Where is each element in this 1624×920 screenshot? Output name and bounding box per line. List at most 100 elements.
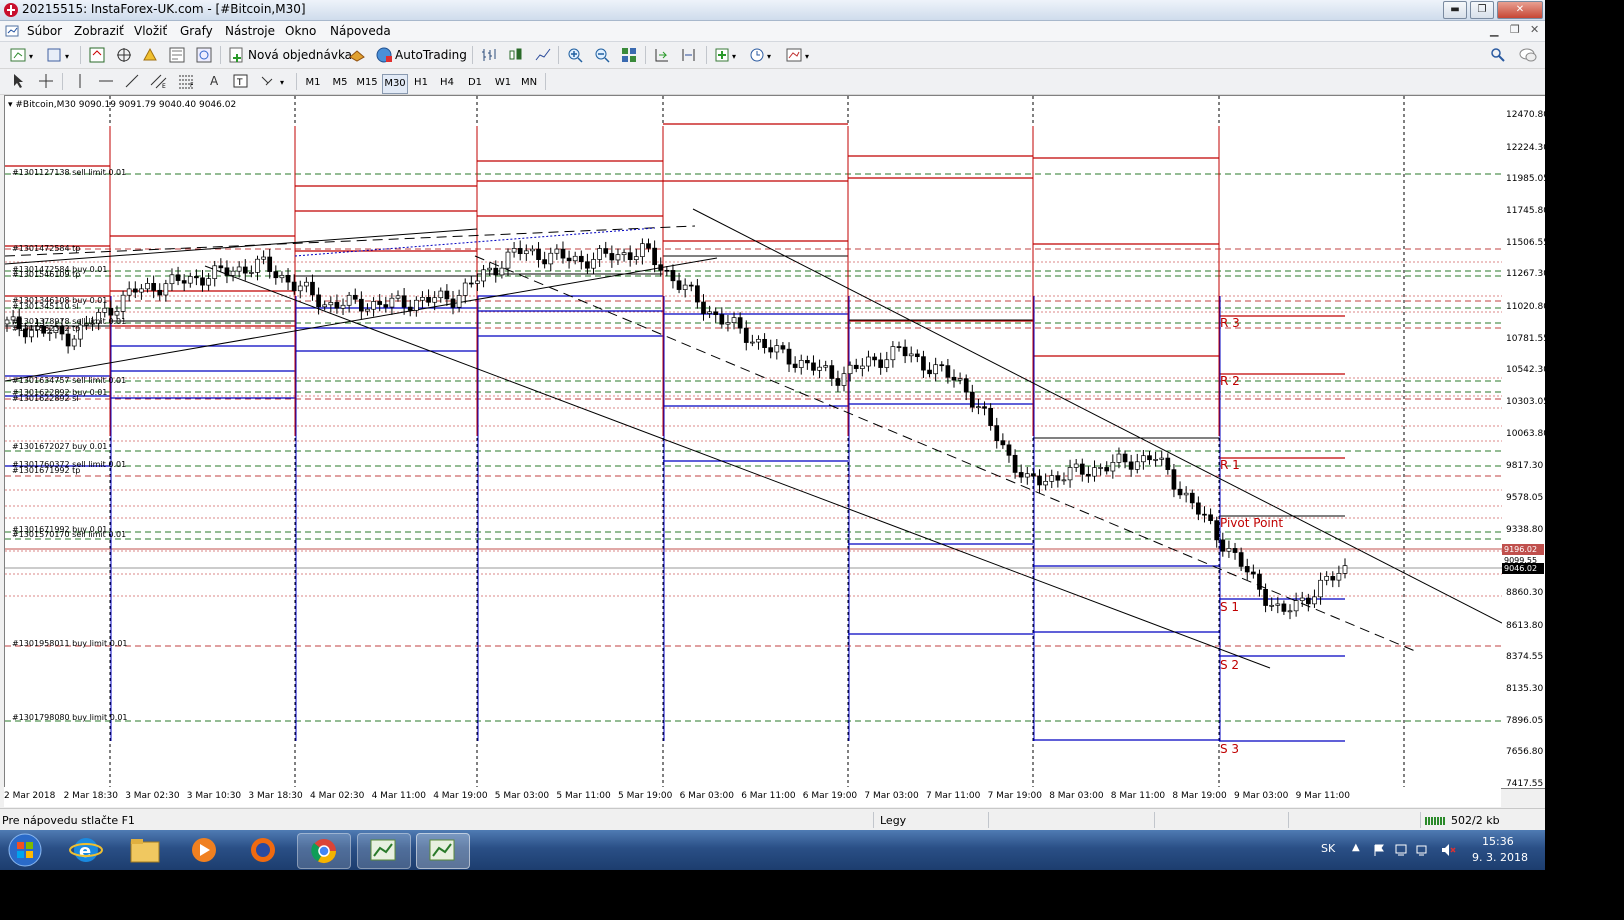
bar-chart-icon[interactable] [480,46,498,64]
device-icon[interactable] [1394,843,1408,857]
close-button[interactable]: ✕ [1497,1,1543,19]
line-chart-icon[interactable] [534,46,552,64]
fibonacci-icon[interactable]: F [178,73,196,89]
order-label[interactable]: #1301546109 tp [12,270,80,279]
periods-icon[interactable]: ▾ [749,46,775,64]
timeframe-w1[interactable]: W1 [492,74,514,92]
order-label[interactable]: #1301562362 tp [12,324,80,333]
file-explorer-icon[interactable] [127,834,163,866]
firefox-icon[interactable] [245,834,281,866]
search-icon[interactable] [1490,47,1506,63]
restore-mdi-button[interactable]: ❐ [1510,23,1520,36]
media-player-icon[interactable] [186,834,222,866]
taskbar-button-chrome[interactable] [297,833,351,869]
order-label[interactable]: #1301672027 buy 0.01 [12,442,107,451]
order-label[interactable]: #1301634757 sell limit 0.01 [12,376,126,385]
candle-body [847,364,853,375]
candlestick-icon[interactable] [507,46,525,64]
data-window-icon[interactable] [115,46,133,64]
pivot-label: R 3 [1220,316,1240,330]
menu-subor[interactable]: Súbor [27,24,62,38]
menu-vlozit[interactable]: Vložiť [134,24,167,38]
candle-body [768,347,774,353]
navigator-icon[interactable] [141,46,159,64]
arrows-icon[interactable]: ▾ [260,73,288,89]
candle-body [1159,457,1165,460]
price-axis[interactable]: 12470.80 12224.30 11985.05 11745.80 11506.55… [1502,95,1545,789]
price-chart[interactable] [5,96,1502,788]
menu-zobrazit[interactable]: Zobraziť [74,24,124,38]
text-tool-icon[interactable]: A [210,74,218,88]
order-label[interactable]: #1301345110 sl [12,302,79,311]
status-help: Pre nápovedu stlačte F1 [2,814,135,827]
horizontal-line-icon[interactable] [98,73,114,89]
strategy-tester-icon[interactable] [195,46,213,64]
taskbar-button-metatrader[interactable] [357,833,411,869]
timeframe-m15[interactable]: M15 [356,74,378,92]
close-mdi-button[interactable]: ✕ [1530,23,1539,36]
candle-body [664,269,670,272]
zoom-in-icon[interactable] [566,46,584,64]
clock-time[interactable]: 15:36 [1482,835,1514,848]
candle-body [468,282,474,285]
trendline-icon[interactable] [124,73,140,89]
language-indicator[interactable]: SK [1321,842,1335,855]
timeframe-mn[interactable]: MN [518,74,540,92]
order-label[interactable]: #1301958011 buy limit 0.01 [12,639,128,648]
time-axis[interactable]: 2 Mar 2018 2 Mar 18:30 3 Mar 02:30 3 Mar 10… [4,787,1501,807]
menu-napoveda[interactable]: Nápoveda [330,24,391,38]
terminal-icon[interactable] [168,46,186,64]
order-label[interactable]: #1301472584 tp [12,244,80,253]
crosshair-icon[interactable] [38,73,54,89]
new-order-button[interactable]: Nová objednávka [248,45,352,65]
timeframe-h1[interactable]: H1 [411,74,431,92]
auto-scroll-icon[interactable] [653,46,671,64]
candle-body [1092,467,1097,477]
candle-body [267,256,273,272]
zoom-out-icon[interactable] [593,46,611,64]
chat-icon[interactable] [1518,47,1538,63]
order-label[interactable]: #1301570170 sell limit 0.01 [12,530,126,539]
order-label[interactable]: #1301798080 buy limit 0.01 [12,713,128,722]
cursor-icon[interactable] [12,73,26,89]
equidistant-channel-icon[interactable]: E [150,73,168,89]
minimize-button[interactable]: ▬ [1443,1,1467,19]
candle-body [1324,576,1330,581]
templates-icon[interactable]: ▾ [785,46,813,64]
order-label[interactable]: #1301127138 sell limit 0.01 [12,168,126,177]
menu-grafy[interactable]: Grafy [180,24,213,38]
profiles-icon[interactable]: ▾ [46,46,74,64]
candle-body [994,425,1000,442]
start-orb-icon[interactable] [6,832,44,868]
market-watch-icon[interactable] [88,46,106,64]
timeframe-m5[interactable]: M5 [330,74,350,92]
timeframe-m30[interactable]: M30 [382,74,408,94]
chart-area[interactable]: ▾ #Bitcoin,M30 9090.19 9091.79 9040.40 9… [4,95,1503,789]
menu-okno[interactable]: Okno [285,24,316,38]
timeframe-m1[interactable]: M1 [303,74,323,92]
new-chart-icon[interactable]: ▾ [10,46,38,64]
clock-date[interactable]: 9. 3. 2018 [1472,851,1528,864]
action-center-flag-icon[interactable] [1372,843,1386,857]
internet-explorer-icon[interactable]: e [68,834,104,866]
network-icon[interactable] [1416,843,1430,857]
maximize-button[interactable]: ❐ [1470,1,1494,19]
menu-nastroje[interactable]: Nástroje [225,24,275,38]
tray-expand-icon[interactable]: ▲ [1352,842,1360,853]
autotrading-icon[interactable] [374,46,394,64]
text-label-icon[interactable]: T [233,73,249,89]
volume-muted-icon[interactable] [1440,842,1456,858]
timeframe-d1[interactable]: D1 [465,74,485,92]
order-label[interactable]: #1301671992 tp [12,466,80,475]
timeframe-h4[interactable]: H4 [437,74,457,92]
taskbar-button-metatrader-active[interactable] [416,833,470,869]
tile-windows-icon[interactable] [620,46,638,64]
vertical-line-icon[interactable] [72,73,88,89]
order-label[interactable]: #1301622892 sl [12,394,79,403]
indicators-icon[interactable]: ▾ [714,46,740,64]
chart-shift-icon[interactable] [680,46,698,64]
restore-minimize-mdi-button[interactable]: ▁ [1490,24,1498,37]
expert-advisor-icon[interactable] [348,47,366,63]
autotrading-button[interactable]: AutoTrading [395,45,467,65]
new-order-icon[interactable] [228,46,246,64]
